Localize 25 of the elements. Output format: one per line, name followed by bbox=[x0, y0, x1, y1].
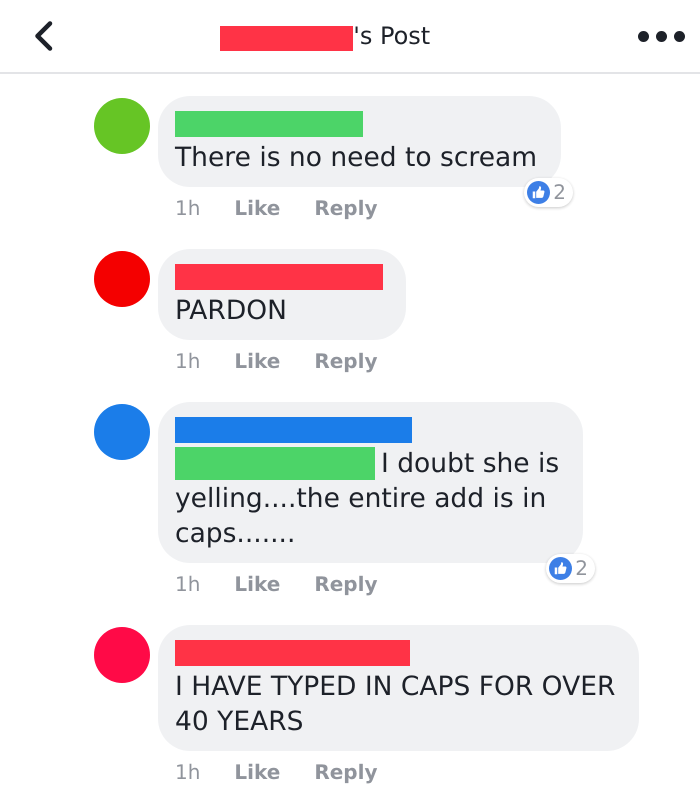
comment-action-link[interactable]: Like bbox=[234, 570, 280, 598]
more-icon bbox=[638, 30, 685, 42]
thumbs-up-icon bbox=[527, 181, 550, 204]
comment-action-link[interactable]: Like bbox=[234, 347, 280, 375]
comment-action-link[interactable]: Reply bbox=[314, 194, 378, 222]
back-icon bbox=[35, 21, 52, 51]
comment-action-link[interactable]: Reply bbox=[314, 758, 378, 786]
more-button[interactable] bbox=[638, 30, 685, 42]
comment-time: 1h bbox=[175, 348, 200, 375]
comment-action-link[interactable]: Reply bbox=[314, 570, 378, 598]
reaction-count-button[interactable]: 2 bbox=[546, 554, 595, 583]
back-button[interactable] bbox=[35, 21, 52, 51]
comment-time: 1h bbox=[175, 759, 200, 786]
comment-action-link[interactable]: Like bbox=[234, 758, 280, 786]
comment-action-link[interactable]: Reply bbox=[314, 347, 378, 375]
comment-time: 1h bbox=[175, 195, 200, 222]
comment-action-link[interactable]: Like bbox=[234, 194, 280, 222]
comment-text: I doubt she is yelling....the entire add is in caps....... bbox=[175, 448, 560, 549]
comment-time: 1h bbox=[175, 571, 200, 598]
comment-text: There is no need to scream bbox=[175, 141, 538, 175]
comment-text: I HAVE TYPED IN CAPS FOR OVER 40 YEARS bbox=[175, 670, 616, 739]
comment-text: PARDON bbox=[175, 294, 288, 328]
thumbs-up-icon bbox=[549, 557, 572, 580]
reaction-count-button[interactable]: 2 bbox=[524, 178, 573, 207]
post-title: 's Post bbox=[353, 21, 430, 51]
